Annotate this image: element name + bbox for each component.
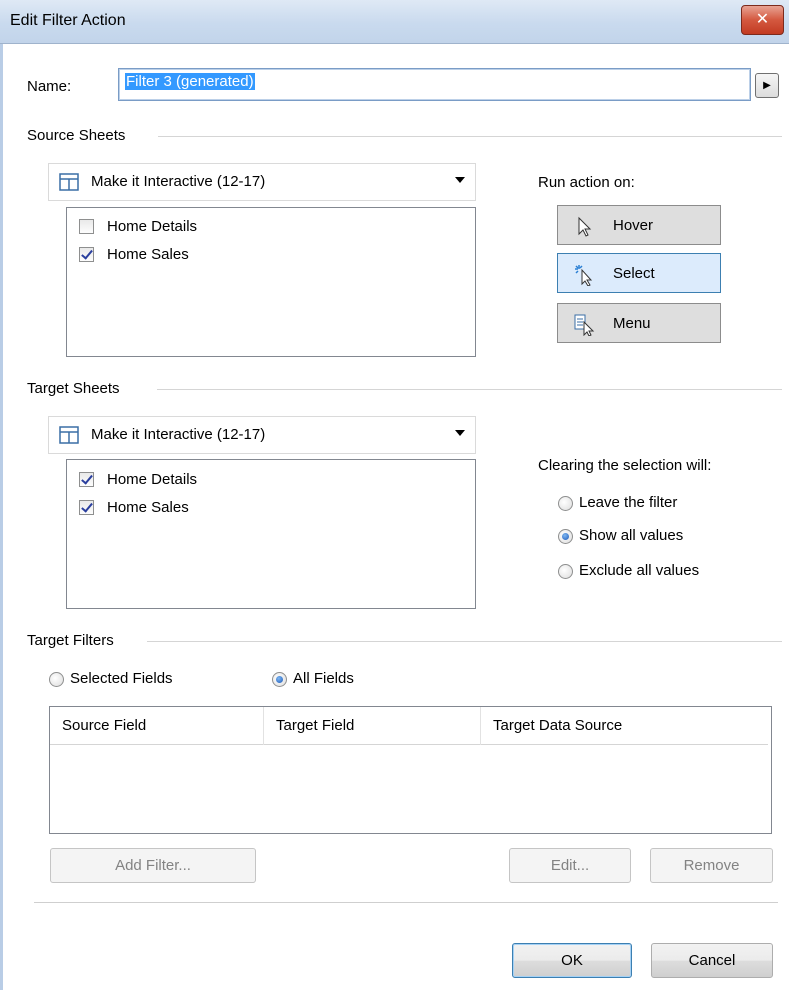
run-hover-button[interactable]: Hover [557, 205, 721, 245]
cancel-button[interactable]: Cancel [651, 943, 773, 978]
target-sheets-heading: Target Sheets [27, 380, 120, 397]
window-title: Edit Filter Action [10, 12, 126, 29]
target-filters-divider [147, 641, 782, 642]
select-cursor-icon [575, 265, 593, 286]
remove-button[interactable]: Remove [650, 848, 773, 883]
filter-mode-label: All Fields [293, 670, 354, 687]
target-sheet-label: Home Sales [107, 499, 189, 516]
close-icon: ✕ [755, 11, 770, 28]
radio-unselected[interactable] [558, 564, 573, 579]
close-button[interactable]: ✕ [741, 5, 784, 35]
radio-unselected[interactable] [558, 496, 573, 511]
run-hover-label: Hover [613, 217, 654, 234]
chevron-down-icon [455, 430, 465, 436]
source-dashboard-select[interactable]: Make it Interactive (12-17) [48, 163, 476, 201]
radio-unselected[interactable] [49, 672, 64, 687]
checkbox-checked[interactable] [79, 500, 94, 515]
target-dashboard-select[interactable]: Make it Interactive (12-17) [48, 416, 476, 454]
checkbox-checked[interactable] [79, 247, 94, 262]
checkbox-unchecked[interactable] [79, 219, 94, 234]
triangle-right-icon: ▶ [763, 80, 771, 91]
run-select-button[interactable]: Select [557, 253, 721, 293]
run-menu-button[interactable]: Menu [557, 303, 721, 343]
edit-button[interactable]: Edit... [509, 848, 631, 883]
dashboard-icon [59, 173, 79, 191]
run-action-label: Run action on: [538, 174, 635, 191]
target-sheet-label: Home Details [107, 471, 198, 488]
table-header: Source Field Target Field Target Data So… [50, 707, 768, 745]
chevron-down-icon [455, 177, 465, 183]
source-sheet-label: Home Details [107, 218, 198, 235]
footer-divider [34, 902, 778, 903]
name-input-value: Filter 3 (generated) [125, 73, 255, 90]
name-menu-button[interactable]: ▶ [755, 73, 779, 98]
filter-mode-label: Selected Fields [70, 670, 173, 687]
checkbox-checked[interactable] [79, 472, 94, 487]
menu-cursor-icon [574, 314, 595, 336]
radio-selected[interactable] [272, 672, 287, 687]
run-menu-label: Menu [613, 315, 651, 332]
ok-button[interactable]: OK [512, 943, 632, 978]
source-sheets-heading: Source Sheets [27, 127, 126, 144]
clearing-label: Clearing the selection will: [538, 457, 712, 474]
window-border [0, 44, 3, 990]
source-sheet-label: Home Sales [107, 246, 189, 263]
clear-option-label: Exclude all values [579, 562, 700, 579]
source-sheets-list[interactable]: Home Details Home Sales [66, 207, 476, 357]
source-dashboard-value: Make it Interactive (12-17) [91, 173, 266, 190]
dashboard-icon [59, 426, 79, 444]
run-select-label: Select [613, 265, 655, 282]
name-label: Name: [27, 78, 72, 95]
column-header[interactable]: Source Field [50, 707, 264, 745]
clear-option-label: Show all values [579, 527, 684, 544]
add-filter-button[interactable]: Add Filter... [50, 848, 256, 883]
source-sheets-divider [158, 136, 782, 137]
target-filters-heading: Target Filters [27, 632, 114, 649]
target-sheets-list[interactable]: Home Details Home Sales [66, 459, 476, 609]
target-dashboard-value: Make it Interactive (12-17) [91, 426, 266, 443]
target-sheets-divider [157, 389, 782, 390]
target-filters-table[interactable]: Source Field Target Field Target Data So… [49, 706, 772, 834]
name-input[interactable]: Filter 3 (generated) [118, 68, 751, 101]
column-header[interactable]: Target Field [264, 707, 481, 745]
radio-selected[interactable] [558, 529, 573, 544]
column-header[interactable]: Target Data Source [481, 707, 768, 745]
title-bar: Edit Filter Action ✕ [0, 0, 789, 44]
hover-cursor-icon [578, 216, 592, 237]
clear-option-label: Leave the filter [579, 494, 678, 511]
